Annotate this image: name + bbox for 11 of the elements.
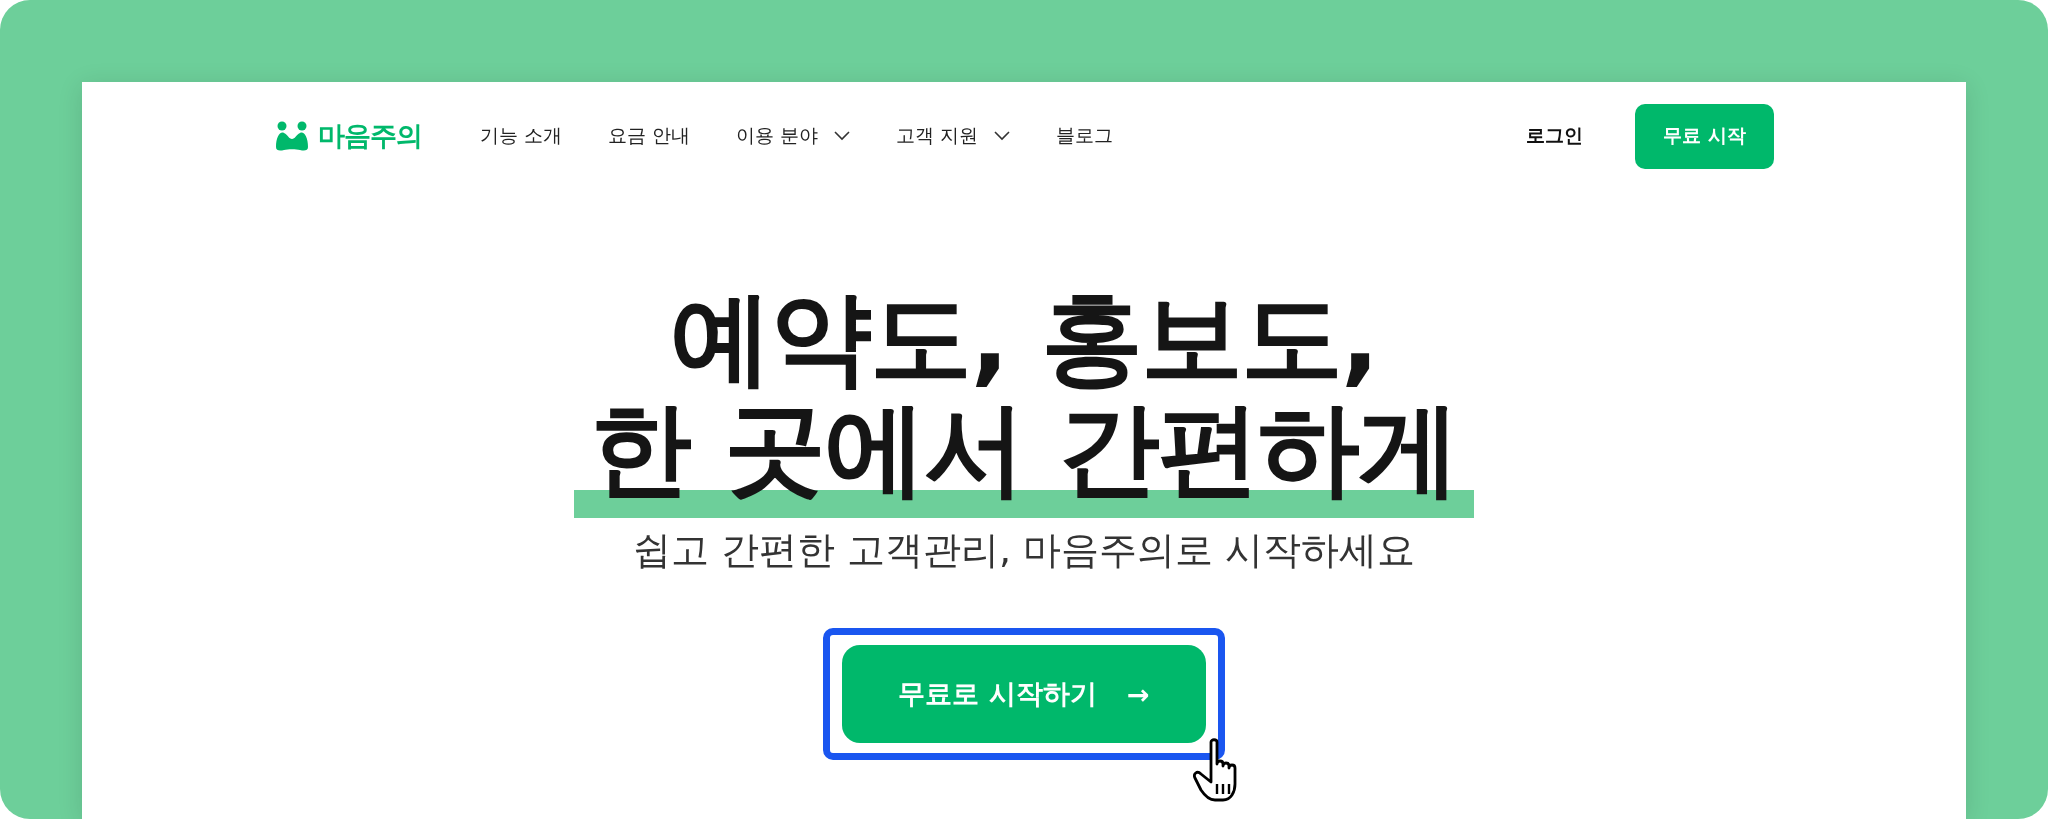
nav-link[interactable]: 고객 지원 xyxy=(896,123,1011,149)
nav-link[interactable]: 요금 안내 xyxy=(608,123,691,149)
nav-link[interactable]: 블로그 xyxy=(1056,123,1114,149)
nav-link[interactable]: 기능 소개 xyxy=(480,123,563,149)
headline: 예약도, 홍보도, xyxy=(669,282,1379,393)
chevron-down-icon xyxy=(834,131,851,141)
chevron-down-icon xyxy=(994,131,1011,141)
login-link[interactable]: 로그인 xyxy=(1526,123,1584,149)
nav-link[interactable]: 이용 분야 xyxy=(736,123,851,149)
subtitle: 쉽고 간편한 고객관리, 마음주의로 시작하세요 xyxy=(632,527,1416,574)
logo-icon xyxy=(274,121,310,151)
